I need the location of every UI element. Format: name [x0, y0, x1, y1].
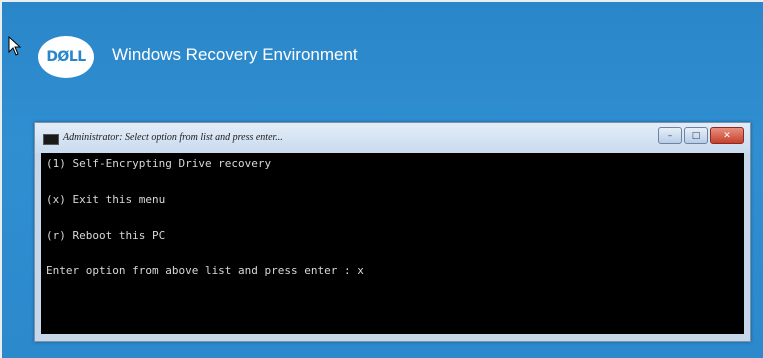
dell-logo-text: DØLL — [46, 49, 86, 65]
console-output[interactable]: (1) Self-Encrypting Drive recovery (x) E… — [41, 153, 744, 334]
mouse-cursor-icon — [8, 36, 22, 56]
close-button[interactable]: ✕ — [710, 127, 744, 144]
page-title: Windows Recovery Environment — [112, 45, 358, 64]
menu-option-exit: (x) Exit this menu — [46, 193, 166, 206]
menu-option-self-encrypting-drive: (1) Self-Encrypting Drive recovery — [46, 157, 272, 170]
window-titlebar[interactable]: Administrator: Select option from list a… — [35, 123, 750, 153]
window-title: Administrator: Select option from list a… — [63, 132, 283, 143]
console-window-icon — [43, 134, 59, 145]
maximize-button[interactable]: □ — [684, 127, 708, 144]
minimize-button[interactable]: – — [658, 127, 682, 144]
menu-option-reboot: (r) Reboot this PC — [46, 229, 166, 242]
dell-logo: DØLL — [38, 36, 94, 78]
command-prompt[interactable]: Enter option from above list and press e… — [46, 264, 364, 277]
console-window[interactable]: Administrator: Select option from list a… — [34, 122, 751, 342]
window-controls: – □ ✕ — [658, 127, 744, 144]
